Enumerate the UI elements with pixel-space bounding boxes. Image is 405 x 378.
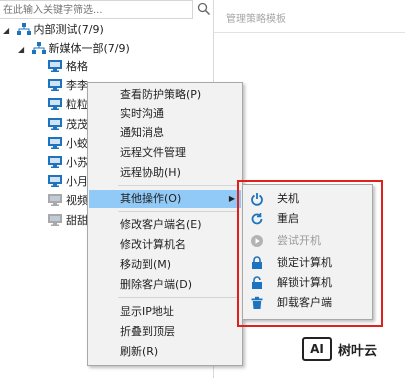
- tree-node-group[interactable]: ◢ 新媒体一部(7/9): [18, 40, 130, 58]
- watermark-text: 树叶云: [338, 344, 378, 359]
- client-label: 格格: [66, 60, 88, 73]
- watermark: AI 树叶云: [302, 336, 402, 366]
- context-menu-item-label: 删除客户端(D): [120, 278, 193, 291]
- computer-online-icon: [48, 156, 62, 168]
- context-menu-item[interactable]: 删除客户端(D): [89, 276, 241, 294]
- computer-online-icon: [48, 98, 62, 111]
- context-menu-item[interactable]: 查看防护策略(P): [89, 86, 241, 104]
- search-box[interactable]: [0, 0, 193, 19]
- client-node[interactable]: 甜甜: [48, 212, 88, 230]
- expand-arrow-icon[interactable]: ◢: [3, 22, 13, 40]
- context-menu-item[interactable]: 移动到(M): [89, 256, 241, 274]
- client-label: 粒粒: [66, 98, 88, 112]
- client-label: 茂茂: [66, 117, 88, 131]
- context-menu-item-label: 查看防护策略(P): [120, 88, 202, 101]
- context-menu-item-label: 折叠到顶层: [120, 325, 175, 338]
- search-icon[interactable]: [197, 2, 211, 16]
- menu-separator: [118, 297, 239, 298]
- context-menu-item[interactable]: 其他操作(O) ▶: [89, 190, 241, 208]
- context-menu-item[interactable]: 通知消息: [89, 124, 241, 142]
- computer-offline-icon: [48, 194, 62, 207]
- tree-node-root-label: 内部测试(7/9): [33, 23, 104, 36]
- computer-online-icon: [48, 136, 62, 149]
- expand-arrow-icon[interactable]: ◢: [18, 41, 28, 59]
- client-node[interactable]: 粒粒: [48, 96, 88, 114]
- group-icon: [16, 23, 31, 35]
- context-menu-item-label: 移动到(M): [120, 258, 172, 271]
- panel-title: 管理策略模板: [226, 14, 286, 25]
- client-node[interactable]: 视频: [48, 192, 88, 210]
- header-divider: [214, 32, 405, 33]
- context-menu-item-label: 显示IP地址: [120, 305, 174, 318]
- context-menu-item[interactable]: 显示IP地址: [89, 303, 241, 321]
- client-node[interactable]: 格格: [48, 58, 88, 76]
- client-label: 李李: [66, 79, 88, 93]
- context-menu-item-label: 刷新(R): [120, 345, 159, 358]
- watermark-logo: AI: [302, 337, 332, 361]
- context-menu-item-label: 通知消息: [120, 126, 164, 139]
- computer-online-icon: [48, 175, 62, 188]
- computer-offline-icon: [48, 213, 62, 226]
- context-menu-item-label: 远程文件管理: [120, 146, 186, 159]
- submenu-arrow-icon: ▶: [228, 194, 235, 203]
- context-menu-item-label: 修改客户端名(E): [120, 218, 202, 231]
- context-menu-item[interactable]: 刷新(R): [89, 343, 241, 361]
- search-input[interactable]: [0, 1, 186, 19]
- menu-separator: [118, 211, 239, 212]
- client-label: 甜甜: [66, 213, 88, 227]
- context-menu-item[interactable]: 修改客户端名(E): [89, 216, 241, 234]
- client-node[interactable]: 茂茂: [48, 116, 88, 134]
- context-menu-item-label: 其他操作(O): [120, 192, 182, 205]
- tree-node-group-label: 新媒体一部(7/9): [48, 42, 130, 55]
- group-icon: [31, 42, 46, 54]
- context-menu-item-label: 修改计算机名: [120, 238, 186, 251]
- client-label: 小苏: [66, 156, 88, 169]
- computer-online-icon: [48, 60, 62, 72]
- context-menu-item[interactable]: 修改计算机名: [89, 236, 241, 254]
- context-menu-item[interactable]: 折叠到顶层: [89, 323, 241, 341]
- context-menu-item[interactable]: 远程文件管理: [89, 144, 241, 162]
- context-menu-item[interactable]: 远程协助(H): [89, 164, 241, 182]
- context-menu: 查看防护策略(P) 实时沟通通知消息远程文件管理 远程协助(H) 其他操作(O) ▶ 修改…: [87, 82, 243, 366]
- context-menu-item[interactable]: 实时沟通: [89, 105, 241, 123]
- client-node[interactable]: 小蛟: [48, 135, 88, 153]
- client-node[interactable]: 小月: [48, 173, 88, 191]
- client-label: 视频: [66, 194, 88, 208]
- client-node[interactable]: 李李: [48, 77, 88, 95]
- context-menu-item-label: 远程协助(H): [120, 166, 181, 179]
- client-node[interactable]: 小苏: [48, 154, 88, 172]
- menu-separator: [118, 185, 239, 186]
- context-menu-item-label: 实时沟通: [120, 107, 164, 120]
- computer-online-icon: [48, 79, 62, 92]
- client-label: 小月: [66, 175, 88, 189]
- tree-node-root[interactable]: ◢ 内部测试(7/9): [3, 21, 104, 39]
- client-label: 小蛟: [66, 136, 88, 150]
- computer-online-icon: [48, 117, 62, 130]
- annotation-highlight-box: [237, 180, 383, 327]
